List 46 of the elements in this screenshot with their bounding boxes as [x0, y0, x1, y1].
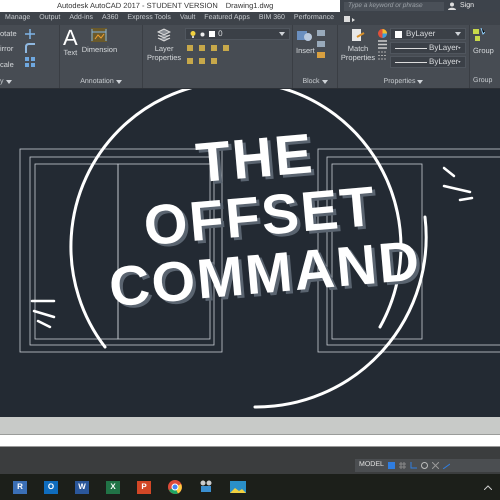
caret-icon	[417, 80, 424, 84]
move-icon[interactable]	[24, 29, 35, 39]
lightbulb-icon	[190, 30, 196, 38]
browser-icon[interactable]	[168, 480, 182, 494]
caret-icon	[116, 80, 122, 84]
overlay-title: THE	[194, 124, 316, 192]
taskbar-app[interactable]: W	[75, 480, 89, 494]
dropdown-field[interactable]: ByLayer	[390, 56, 466, 68]
color-wheel-icon[interactable]	[378, 29, 387, 38]
grid-icon[interactable]	[388, 462, 395, 469]
taskbar-app[interactable]: O	[44, 480, 58, 494]
camera-icon[interactable]	[342, 16, 355, 22]
dropdown-field[interactable]: ByLayer	[390, 28, 466, 40]
dropdown-field[interactable]: ByLayer	[390, 42, 466, 54]
caret-icon	[455, 32, 461, 36]
taskbar-app[interactable]: X	[106, 480, 120, 494]
taskbar-app[interactable]: R	[13, 480, 27, 494]
polar-icon[interactable]	[420, 462, 428, 469]
lineweight-icon[interactable]	[378, 40, 387, 49]
caret-icon	[322, 80, 328, 84]
dimension-icon	[90, 27, 108, 43]
camera-reel-icon[interactable]	[199, 480, 213, 494]
array-icon[interactable]	[24, 57, 35, 67]
user-icon[interactable]	[448, 2, 456, 10]
dropdown-field[interactable]: 0	[185, 28, 290, 40]
group-icon	[473, 28, 485, 42]
photos-icon[interactable]	[230, 481, 246, 493]
caret-icon	[458, 46, 461, 50]
isodraft-icon[interactable]	[432, 462, 439, 469]
chevron-up-icon[interactable]	[484, 484, 492, 490]
square-icon	[209, 31, 216, 37]
match-properties-icon	[351, 28, 365, 42]
insert-block-icon	[297, 28, 314, 42]
caret-icon	[458, 60, 461, 64]
snap-icon[interactable]	[398, 462, 406, 469]
osnap-icon[interactable]	[442, 462, 450, 469]
caret-icon	[279, 32, 286, 36]
layers-icon	[157, 28, 172, 42]
linetype-icon[interactable]	[378, 51, 387, 60]
ortho-icon[interactable]	[410, 462, 417, 469]
taskbar-app[interactable]: P	[137, 480, 151, 494]
block-tools-icon[interactable]	[316, 28, 325, 60]
layer-name: 0	[218, 28, 223, 40]
fillet-icon[interactable]	[24, 43, 35, 53]
accent-lines-drawing	[440, 164, 476, 204]
caret-icon	[6, 80, 12, 84]
